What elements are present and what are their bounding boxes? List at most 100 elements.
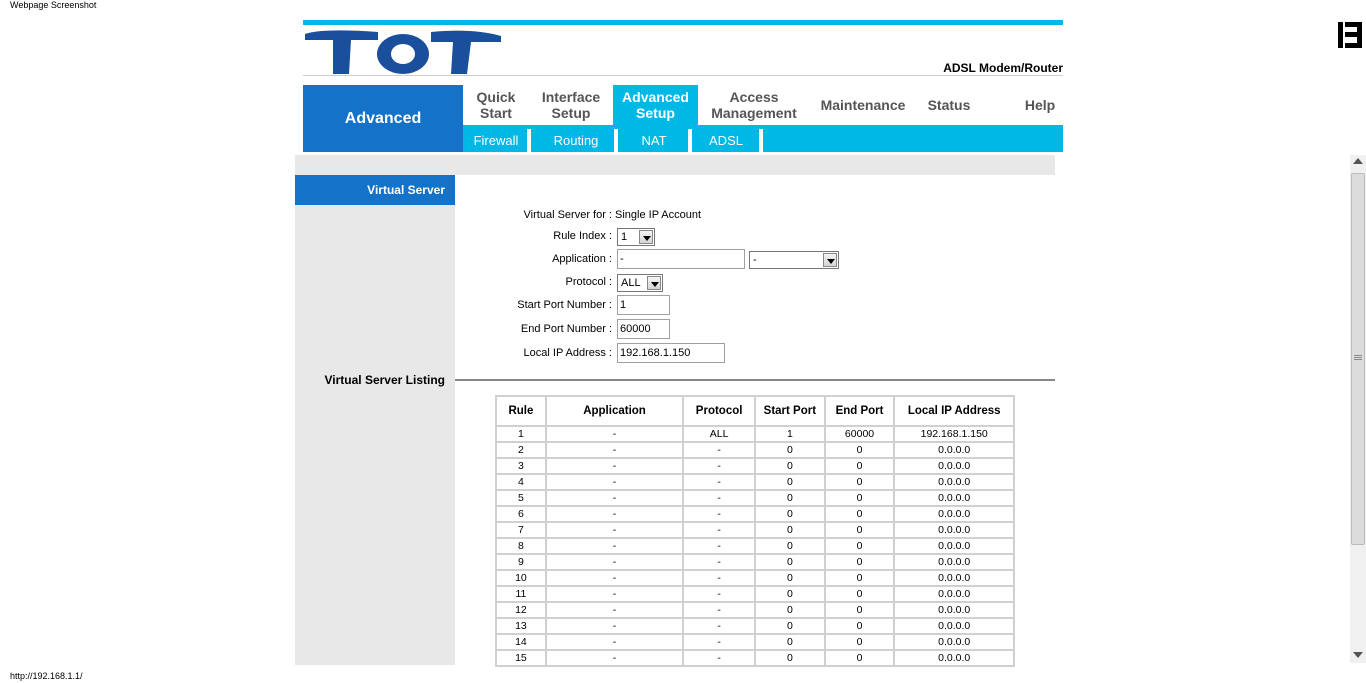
cell-start-port: 0 xyxy=(754,505,826,523)
cell-local-ip: 0.0.0.0 xyxy=(893,553,1015,571)
cell-end-port: 0 xyxy=(823,553,896,571)
scroll-down-arrow-icon[interactable] xyxy=(1353,652,1363,658)
table-row: 11- -0 0 0.0.0.0 xyxy=(495,585,1015,603)
cell-local-ip: 0.0.0.0 xyxy=(893,457,1015,475)
col-header-application: Application xyxy=(544,395,685,427)
cell-end-port: 0 xyxy=(823,457,896,475)
cell-rule: 7 xyxy=(495,521,547,539)
local-ip-input[interactable]: 192.168.1.150 xyxy=(617,343,725,363)
col-header-rule: Rule xyxy=(495,395,547,427)
cell-local-ip: 0.0.0.0 xyxy=(893,521,1015,539)
tab-status[interactable]: Status xyxy=(920,85,978,125)
col-header-end-port: End Port xyxy=(823,395,896,427)
cell-rule: 2 xyxy=(495,441,547,459)
browser-logo-icon xyxy=(1338,22,1362,48)
listing-divider xyxy=(455,379,1055,381)
cell-local-ip: 0.0.0.0 xyxy=(893,473,1015,491)
cell-local-ip: 0.0.0.0 xyxy=(893,649,1015,667)
rule-index-select[interactable]: 1 xyxy=(617,228,655,246)
scrollbar-thumb[interactable] xyxy=(1351,173,1365,545)
cell-end-port: 0 xyxy=(823,505,896,523)
tot-logo xyxy=(303,26,503,76)
application-select[interactable]: - xyxy=(749,251,839,269)
cell-application: - xyxy=(544,601,685,619)
virtual-server-table: Rule Application Protocol Start Port End… xyxy=(495,395,1015,667)
cell-protocol: - xyxy=(682,569,757,587)
section-title: Advanced xyxy=(303,85,463,152)
rule-index-value: 1 xyxy=(621,231,628,243)
table-row: 12- -0 0 0.0.0.0 xyxy=(495,601,1015,619)
end-port-input[interactable]: 60000 xyxy=(617,319,670,339)
tab-quick-start[interactable]: Quick Start xyxy=(463,85,529,125)
cell-end-port: 0 xyxy=(823,489,896,507)
cell-application: - xyxy=(544,425,685,443)
table-header-row: Rule Application Protocol Start Port End… xyxy=(495,395,1015,427)
cell-protocol: - xyxy=(682,457,757,475)
virtual-server-for-label: Virtual Server for : xyxy=(523,209,612,221)
cell-application: - xyxy=(544,617,685,635)
cell-start-port: 0 xyxy=(754,537,826,555)
application-input[interactable]: - xyxy=(617,249,745,269)
cell-protocol: - xyxy=(682,537,757,555)
cell-application: - xyxy=(544,649,685,667)
cell-start-port: 0 xyxy=(754,441,826,459)
subtab-routing[interactable]: Routing xyxy=(531,129,621,152)
subtab-firewall[interactable]: Firewall xyxy=(465,129,527,152)
cell-local-ip: 0.0.0.0 xyxy=(893,441,1015,459)
cell-end-port: 0 xyxy=(823,441,896,459)
cell-rule: 15 xyxy=(495,649,547,667)
tab-help[interactable]: Help xyxy=(1015,85,1065,125)
virtual-server-listing-heading: Virtual Server Listing xyxy=(324,373,446,387)
protocol-select[interactable]: ALL xyxy=(617,274,663,292)
start-port-input[interactable]: 1 xyxy=(617,295,670,315)
cell-protocol: - xyxy=(682,505,757,523)
table-row: 7- -0 0 0.0.0.0 xyxy=(495,521,1015,539)
cell-protocol: - xyxy=(682,553,757,571)
cell-rule: 11 xyxy=(495,585,547,603)
cell-start-port: 0 xyxy=(754,489,826,507)
cell-start-port: 0 xyxy=(754,457,826,475)
cell-application: - xyxy=(544,521,685,539)
cell-application: - xyxy=(544,505,685,523)
chevron-down-icon xyxy=(639,230,653,244)
cell-rule: 12 xyxy=(495,601,547,619)
table-row: 3- -0 0 0.0.0.0 xyxy=(495,457,1015,475)
subtab-nat[interactable]: NAT xyxy=(618,129,690,152)
col-header-local-ip: Local IP Address xyxy=(893,395,1015,427)
subtab-adsl[interactable]: ADSL xyxy=(692,129,760,152)
cell-rule: 1 xyxy=(495,425,547,443)
tab-access-management[interactable]: Access Management xyxy=(704,85,804,125)
cell-rule: 14 xyxy=(495,633,547,651)
cell-protocol: - xyxy=(682,617,757,635)
tab-maintenance[interactable]: Maintenance xyxy=(812,85,914,125)
cell-protocol: - xyxy=(682,601,757,619)
scroll-up-arrow-icon[interactable] xyxy=(1353,158,1363,164)
cell-application: - xyxy=(544,489,685,507)
tab-advanced-setup[interactable]: Advanced Setup xyxy=(613,85,698,125)
protocol-value: ALL xyxy=(621,277,641,289)
cell-rule: 9 xyxy=(495,553,547,571)
table-row: 10- -0 0 0.0.0.0 xyxy=(495,569,1015,587)
scrollbar-grip-icon xyxy=(1354,355,1362,356)
cell-start-port: 0 xyxy=(754,553,826,571)
cell-local-ip: 0.0.0.0 xyxy=(893,489,1015,507)
table-row: 1- ALL 1 60000 192.168.1.150 xyxy=(495,425,1015,443)
cell-protocol: - xyxy=(682,633,757,651)
cell-protocol: ALL xyxy=(682,425,757,443)
cell-protocol: - xyxy=(682,441,757,459)
cell-end-port: 0 xyxy=(823,633,896,651)
cell-rule: 13 xyxy=(495,617,547,635)
cell-end-port: 0 xyxy=(823,617,896,635)
local-ip-label: Local IP Address : xyxy=(523,347,612,359)
cell-local-ip: 0.0.0.0 xyxy=(893,601,1015,619)
cell-local-ip: 0.0.0.0 xyxy=(893,617,1015,635)
window-caption: Webpage Screenshot xyxy=(10,0,97,10)
header-accent-line xyxy=(303,20,1063,25)
tab-interface-setup[interactable]: Interface Setup xyxy=(531,85,611,125)
cell-start-port: 1 xyxy=(754,425,826,443)
cell-application: - xyxy=(544,553,685,571)
rule-index-label: Rule Index : xyxy=(553,230,612,242)
cell-application: - xyxy=(544,585,685,603)
content-top-bar xyxy=(295,155,1055,175)
table-row: 5- -0 0 0.0.0.0 xyxy=(495,489,1015,507)
